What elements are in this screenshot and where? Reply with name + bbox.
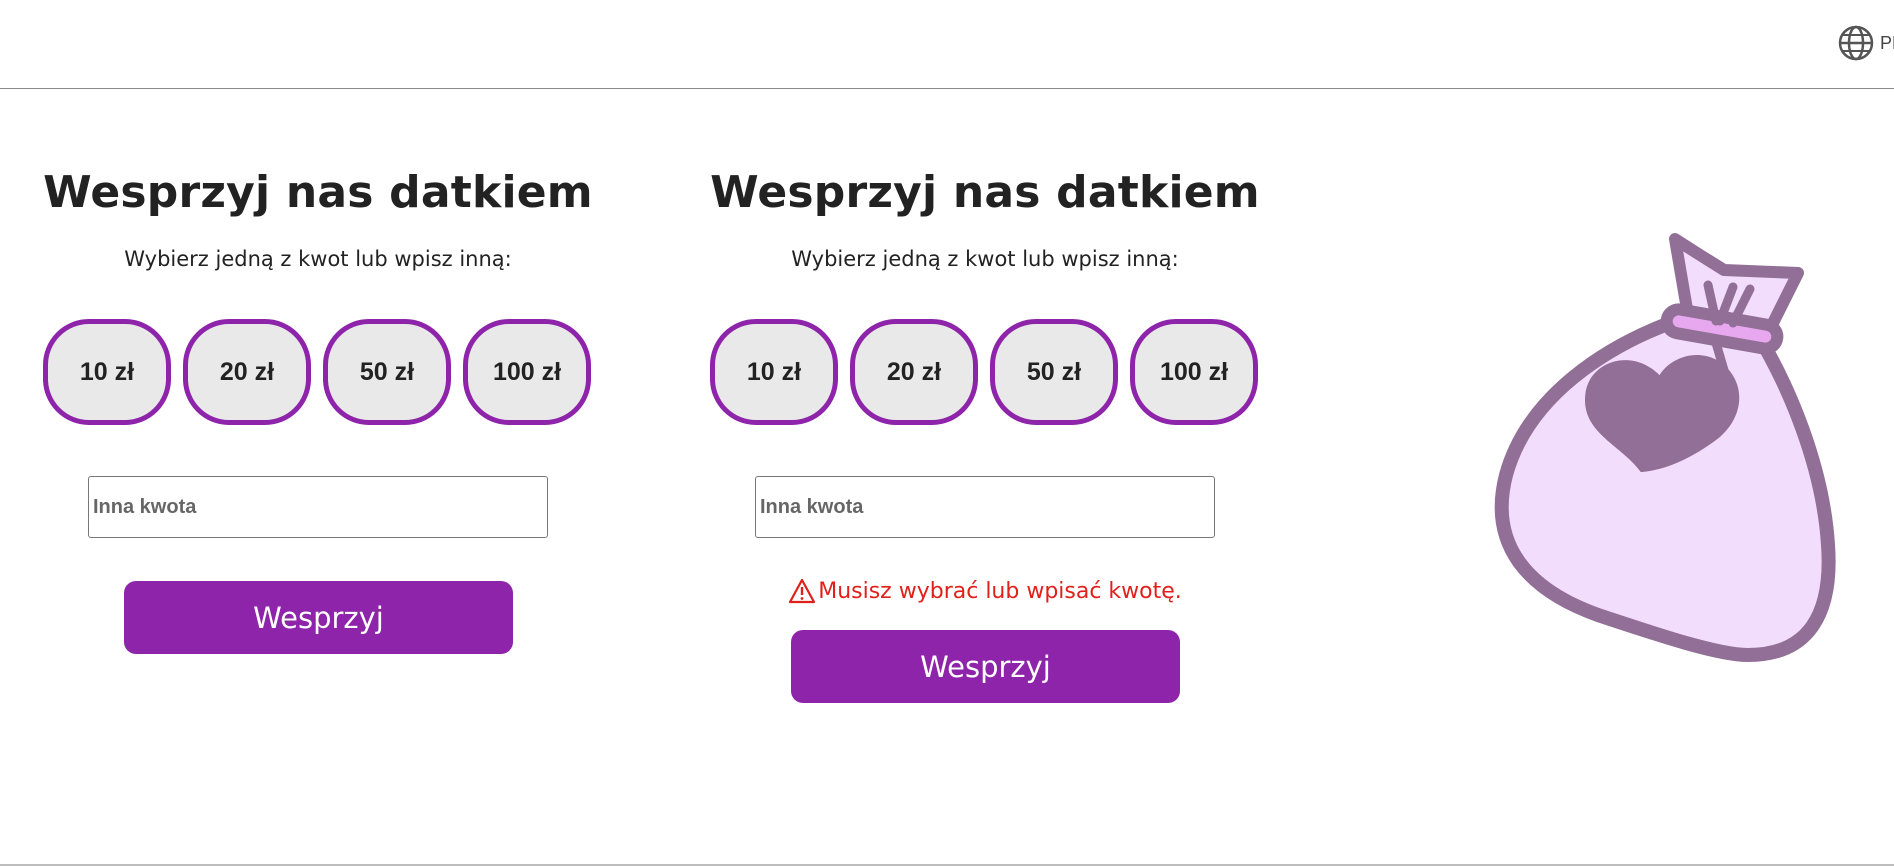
error-message: Musisz wybrać lub wpisać kwotę.: [705, 578, 1265, 604]
globe-icon: [1838, 25, 1874, 61]
money-bag-heart-icon: [1494, 233, 1836, 662]
form-subtitle: Wybierz jedną z kwot lub wpisz inną:: [791, 247, 1179, 271]
donate-button[interactable]: Wesprzyj: [791, 630, 1180, 703]
amount-option-20[interactable]: 20 zł: [183, 319, 311, 425]
amount-option-20[interactable]: 20 zł: [850, 319, 978, 425]
language-label: PL: [1880, 32, 1894, 53]
language-selector[interactable]: PL: [1836, 22, 1894, 64]
form-title: Wesprzyj nas datkiem: [710, 167, 1260, 218]
amount-option-10[interactable]: 10 zł: [43, 319, 171, 425]
error-text: Musisz wybrać lub wpisać kwotę.: [818, 578, 1182, 604]
amount-option-50[interactable]: 50 zł: [323, 319, 451, 425]
donate-button[interactable]: Wesprzyj: [124, 581, 513, 654]
amount-options: 10 zł 20 zł 50 zł 100 zł: [710, 319, 1258, 425]
amount-option-50[interactable]: 50 zł: [990, 319, 1118, 425]
donation-form-1: Wesprzyj nas datkiem Wybierz jedną z kwo…: [38, 165, 598, 654]
amount-option-100[interactable]: 100 zł: [1130, 319, 1258, 425]
form-title: Wesprzyj nas datkiem: [43, 167, 593, 218]
warning-icon: [789, 578, 816, 604]
donation-form-2: Wesprzyj nas datkiem Wybierz jedną z kwo…: [705, 165, 1265, 703]
amount-option-100[interactable]: 100 zł: [463, 319, 591, 425]
top-bar: PL: [0, 0, 1894, 89]
donation-page: PL Wesprzyj nas datkiem Wybierz jedną z …: [0, 0, 1894, 866]
other-amount-input[interactable]: Inna kwota: [755, 476, 1215, 538]
amount-options: 10 zł 20 zł 50 zł 100 zł: [43, 319, 591, 425]
amount-option-10[interactable]: 10 zł: [710, 319, 838, 425]
form-subtitle: Wybierz jedną z kwot lub wpisz inną:: [124, 247, 512, 271]
other-amount-input[interactable]: Inna kwota: [88, 476, 548, 538]
